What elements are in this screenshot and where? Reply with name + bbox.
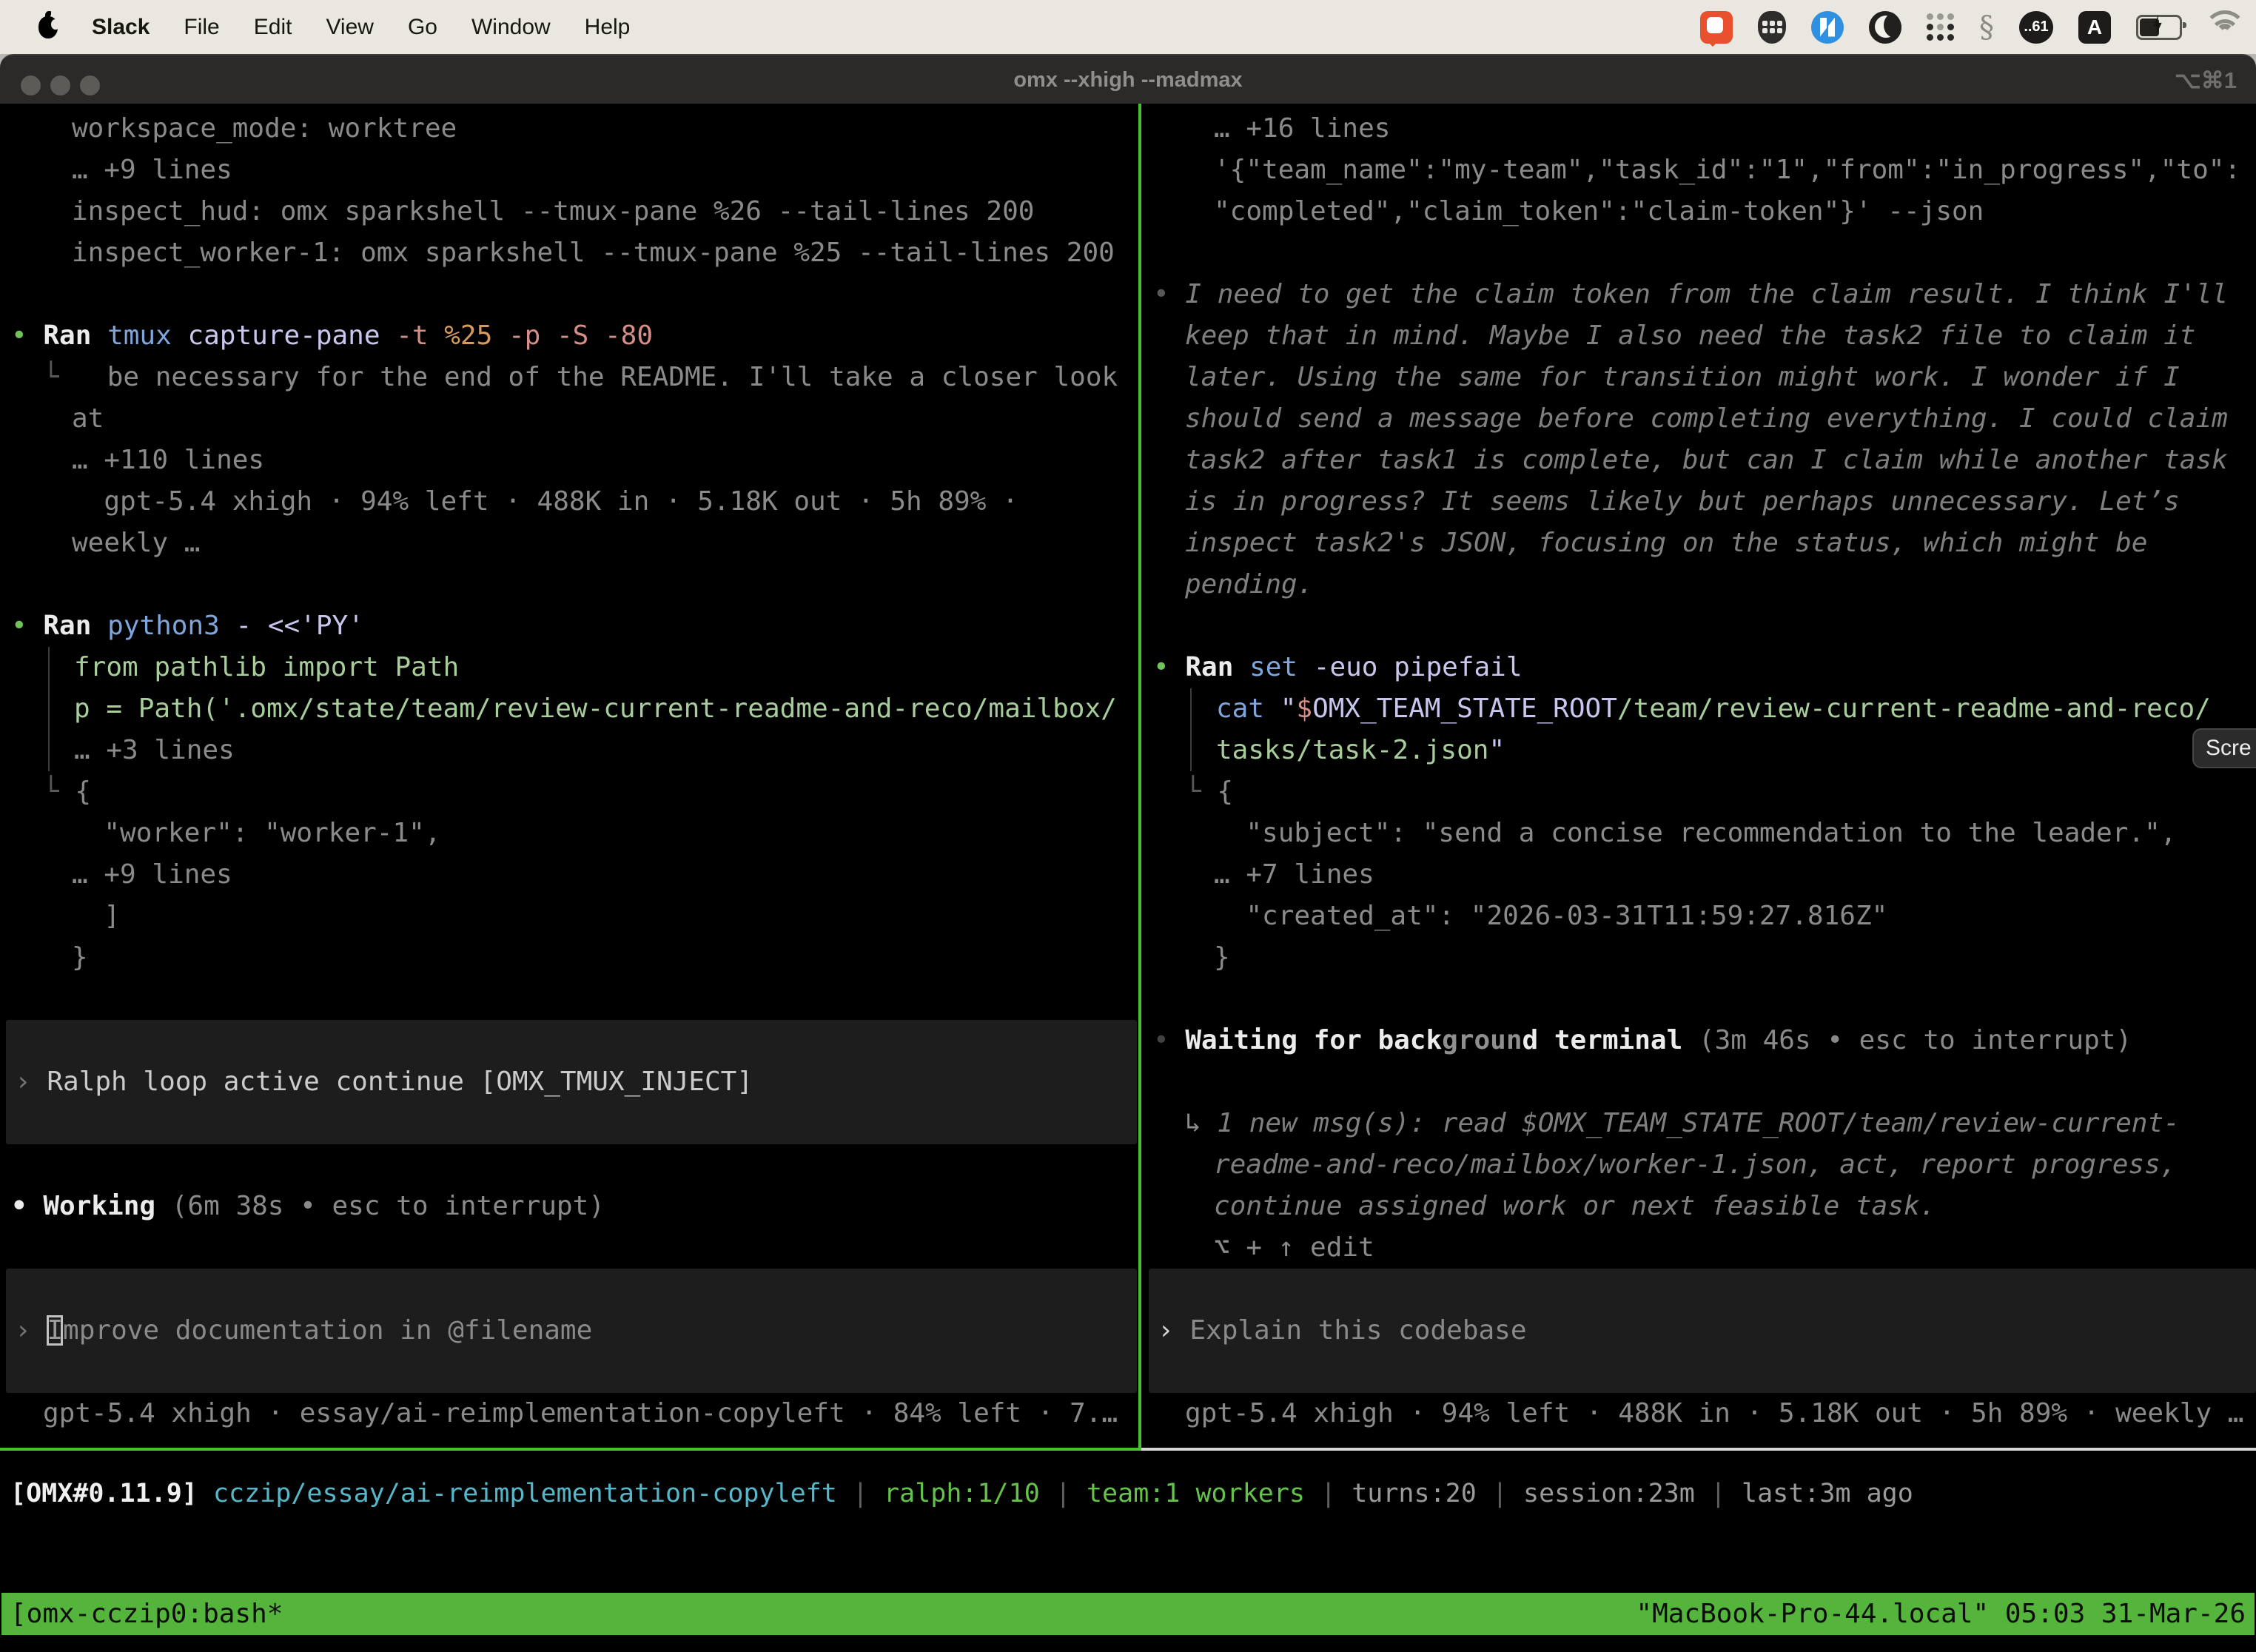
screen-tooltip: Scre <box>2192 728 2256 768</box>
terminal-line: … +7 lines <box>1214 854 2256 896</box>
blue-bolt-icon[interactable] <box>1811 11 1844 44</box>
moon-circle-icon[interactable] <box>1869 11 1901 44</box>
menu-bar-left: Slack File Edit View Go Window Help <box>0 15 630 40</box>
window-title-bar[interactable]: omx --xhigh --madmax ⌥⌘1 <box>0 54 2256 104</box>
terminal-line: readme-and-reco/mailbox/worker-1.json, a… <box>1214 1144 2256 1186</box>
terminal-line: • Ran python3 - <<'PY' <box>11 605 1138 647</box>
terminal-line: task2 after task1 is complete, but can I… <box>1185 440 2256 481</box>
dots-grid-icon[interactable] <box>1927 13 1954 41</box>
terminal-line: inspect task2's JSON, focusing on the st… <box>1185 523 2256 564</box>
menu-item-help[interactable]: Help <box>585 15 631 40</box>
menu-items: File Edit View Go Window Help <box>184 15 630 40</box>
terminal-line <box>11 1227 1138 1269</box>
apple-menu-icon[interactable] <box>38 16 58 38</box>
right-pane: … +16 lines'{"team_name":"my-team","task… <box>1142 104 2256 1449</box>
terminal-line: • Waiting for background terminal (3m 46… <box>1153 1020 2256 1061</box>
command-output-group: from pathlib import Pathp = Path('.omx/s… <box>48 647 1138 771</box>
terminal-line: "worker": "worker-1", <box>72 813 1138 854</box>
terminal-line: • Working (6m 38s • esc to interrupt) <box>11 1186 1138 1227</box>
terminal-line: } <box>1214 937 2256 978</box>
terminal-line <box>11 564 1138 605</box>
terminal-line <box>1153 1061 2256 1103</box>
terminal-line: • Ran set -euo pipefail <box>1153 647 2256 688</box>
terminal-line: weekly … <box>72 523 1138 564</box>
terminal-line: "completed","claim_token":"claim-token"}… <box>1214 191 2256 232</box>
menu-item-view[interactable]: View <box>326 15 373 40</box>
terminal-line: … +9 lines <box>72 854 1138 896</box>
window-title: omx --xhigh --madmax <box>0 56 2256 105</box>
menu-app-name[interactable]: Slack <box>92 15 150 40</box>
command-output-group: cat "$OMX_TEAM_STATE_ROOT/team/review-cu… <box>1190 688 2256 771</box>
menu-item-edit[interactable]: Edit <box>254 15 292 40</box>
terminal-line: … +110 lines <box>72 440 1138 481</box>
terminal-line <box>11 978 1138 1020</box>
pane-divider[interactable] <box>1138 104 1141 1451</box>
terminal-line: └ be necessary for the end of the README… <box>43 357 1138 398</box>
left-pane-bottom-border <box>0 1448 1138 1451</box>
terminal-line: … +16 lines <box>1214 108 2256 150</box>
prompt-input-left[interactable]: › Improve documentation in @filename <box>6 1269 1137 1393</box>
terminal-line <box>11 274 1138 315</box>
terminal-line <box>1153 605 2256 647</box>
tmux-session-window: [omx-cczip0:bash* <box>10 1593 283 1635</box>
right-pane-bottom-border <box>1141 1448 2256 1451</box>
terminal-line: should send a message before completing … <box>1185 398 2256 440</box>
assistant-badge-icon[interactable]: A <box>2078 11 2111 44</box>
menu-bar-status: § ..61 A <box>1700 11 2256 44</box>
screen: Slack FileEditViewGoWindowHelp § ..61 A … <box>0 0 2256 1652</box>
terminal-line: tasks/task-2.json" <box>1216 730 2256 771</box>
terminal-line <box>1153 232 2256 274</box>
wifi-icon[interactable] <box>2207 13 2243 41</box>
count-badge-icon[interactable]: ..61 <box>2019 11 2053 44</box>
terminal-line: workspace_mode: worktree <box>72 108 1138 150</box>
shield-grid-icon[interactable] <box>1758 11 1786 44</box>
tmux-host-clock: "MacBook-Pro-44.local" 05:03 31-Mar-26 <box>1636 1593 2246 1635</box>
menu-item-window[interactable]: Window <box>471 15 551 40</box>
terminal-line: pending. <box>1185 564 2256 605</box>
terminal-line: cat "$OMX_TEAM_STATE_ROOT/team/review-cu… <box>1216 688 2256 730</box>
squiggle-icon[interactable]: § <box>1979 11 1994 44</box>
terminal-line: ↳ 1 new msg(s): read $OMX_TEAM_STATE_ROO… <box>1185 1103 2256 1144</box>
left-pane: workspace_mode: worktree… +9 linesinspec… <box>0 104 1138 1449</box>
terminal-line: … +9 lines <box>72 150 1138 191</box>
terminal-line: gpt-5.4 xhigh · 94% left · 488K in · 5.1… <box>1185 1393 2256 1434</box>
terminal-line: └ { <box>43 771 1138 813</box>
terminal-line: "subject": "send a concise recommendatio… <box>1214 813 2256 854</box>
prompt-input-right[interactable]: › Explain this codebase <box>1149 1269 2256 1393</box>
terminal-line: p = Path('.omx/state/team/review-current… <box>74 688 1138 730</box>
battery-icon[interactable] <box>2136 15 2182 40</box>
omx-status-bar: [OMX#0.11.9] cczip/essay/ai-reimplementa… <box>10 1473 1913 1514</box>
terminal-line: } <box>72 937 1138 978</box>
terminal-line <box>1153 978 2256 1020</box>
terminal-line: inspect_hud: omx sparkshell --tmux-pane … <box>72 191 1138 232</box>
terminal-line: ] <box>72 896 1138 937</box>
terminal-line: keep that in mind. Maybe I also need the… <box>1185 315 2256 357</box>
menu-item-file[interactable]: File <box>184 15 219 40</box>
menu-bar: Slack File Edit View Go Window Help § ..61 A <box>0 0 2256 54</box>
terminal-line: later. Using the same for transition mig… <box>1185 357 2256 398</box>
terminal-line: '{"team_name":"my-team","task_id":"1","f… <box>1214 150 2256 191</box>
terminal-line: "created_at": "2026-03-31T11:59:27.816Z" <box>1214 896 2256 937</box>
window-shortcut-hint: ⌥⌘1 <box>2175 56 2237 105</box>
menu-item-go[interactable]: Go <box>408 15 437 40</box>
chat-app-icon[interactable] <box>1700 11 1733 44</box>
terminal-line: gpt-5.4 xhigh · essay/ai-reimplementatio… <box>43 1393 1138 1434</box>
ralph-loop-banner: › Ralph loop active continue [OMX_TMUX_I… <box>6 1020 1137 1144</box>
terminal-line <box>11 1144 1138 1186</box>
tmux-status-bar: [omx-cczip0:bash* "MacBook-Pro-44.local"… <box>1 1593 2255 1635</box>
terminal-line: ⌥ + ↑ edit <box>1214 1227 2256 1269</box>
terminal-line: └ { <box>1185 771 2256 813</box>
terminal-line: is in progress? It seems likely but perh… <box>1185 481 2256 523</box>
terminal-line: gpt-5.4 xhigh · 94% left · 488K in · 5.1… <box>72 481 1138 523</box>
terminal-line: continue assigned work or next feasible … <box>1214 1186 2256 1227</box>
terminal-line: • Ran tmux capture-pane -t %25 -p -S -80 <box>11 315 1138 357</box>
terminal-line: … +3 lines <box>74 730 1138 771</box>
terminal-line: from pathlib import Path <box>74 647 1138 688</box>
terminal-line: inspect_worker-1: omx sparkshell --tmux-… <box>72 232 1138 274</box>
terminal-line: at <box>72 398 1138 440</box>
terminal-line: • I need to get the claim token from the… <box>1153 274 2256 315</box>
